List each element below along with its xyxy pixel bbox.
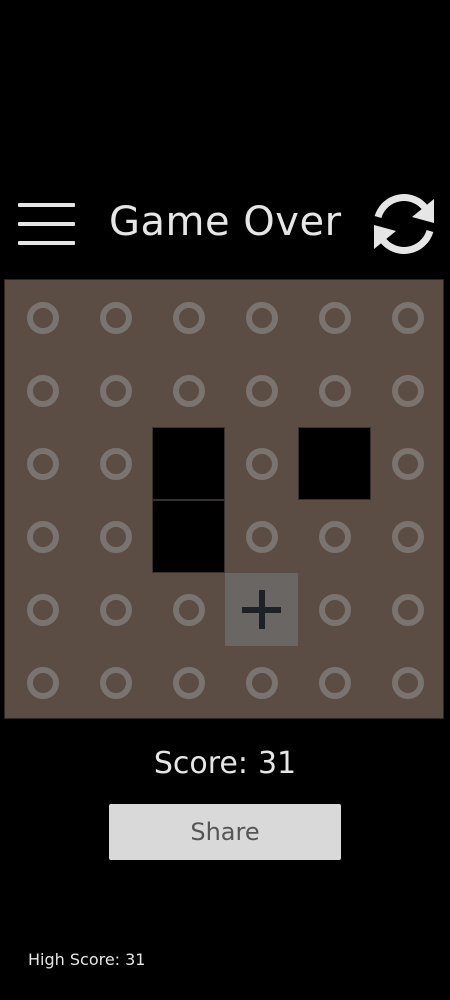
restart-button[interactable] bbox=[368, 190, 440, 258]
empty-cell-ring[interactable] bbox=[225, 354, 298, 427]
score-label: Score: bbox=[153, 746, 248, 781]
empty-cell-ring[interactable] bbox=[6, 500, 79, 573]
score-display: Score: 31 bbox=[0, 740, 450, 788]
empty-cell-ring[interactable] bbox=[79, 500, 152, 573]
empty-cell-ring[interactable] bbox=[152, 646, 225, 719]
empty-cell-ring[interactable] bbox=[371, 354, 444, 427]
high-score-label: High Score: bbox=[28, 950, 121, 969]
black-block-cell bbox=[152, 427, 225, 500]
empty-cell-ring[interactable] bbox=[371, 573, 444, 646]
empty-cell-ring[interactable] bbox=[298, 281, 371, 354]
empty-cell-ring[interactable] bbox=[298, 646, 371, 719]
empty-cell-ring[interactable] bbox=[6, 573, 79, 646]
header: Game Over bbox=[0, 180, 450, 264]
empty-cell-ring[interactable] bbox=[371, 646, 444, 719]
black-block-cell bbox=[152, 500, 225, 573]
empty-cell-ring[interactable] bbox=[79, 646, 152, 719]
empty-cell-ring[interactable] bbox=[6, 354, 79, 427]
empty-cell-ring[interactable] bbox=[152, 573, 225, 646]
high-score-value: 31 bbox=[125, 950, 146, 969]
empty-cell-ring[interactable] bbox=[79, 281, 152, 354]
empty-cell-ring[interactable] bbox=[79, 354, 152, 427]
empty-cell-ring[interactable] bbox=[298, 354, 371, 427]
add-tile-cell[interactable] bbox=[225, 573, 298, 646]
empty-cell-ring[interactable] bbox=[79, 573, 152, 646]
empty-cell-ring[interactable] bbox=[152, 281, 225, 354]
empty-cell-ring[interactable] bbox=[79, 427, 152, 500]
high-score: High Score: 31 bbox=[28, 948, 145, 972]
black-block-cell bbox=[298, 427, 371, 500]
empty-cell-ring[interactable] bbox=[298, 573, 371, 646]
menu-bar bbox=[18, 241, 75, 245]
menu-button[interactable] bbox=[14, 198, 80, 254]
empty-cell-ring[interactable] bbox=[298, 500, 371, 573]
empty-cell-ring[interactable] bbox=[371, 427, 444, 500]
share-button[interactable]: Share bbox=[109, 804, 341, 860]
empty-cell-ring[interactable] bbox=[6, 427, 79, 500]
empty-cell-ring[interactable] bbox=[225, 427, 298, 500]
empty-cell-ring[interactable] bbox=[225, 281, 298, 354]
menu-bar bbox=[18, 203, 75, 207]
page-title: Game Over bbox=[109, 199, 342, 245]
empty-cell-ring[interactable] bbox=[371, 281, 444, 354]
empty-cell-ring[interactable] bbox=[6, 281, 79, 354]
plus-bar bbox=[259, 590, 265, 629]
score-value: 31 bbox=[257, 746, 297, 781]
empty-cell-ring[interactable] bbox=[152, 354, 225, 427]
empty-cell-ring[interactable] bbox=[225, 500, 298, 573]
empty-cell-ring[interactable] bbox=[6, 646, 79, 719]
empty-cell-ring[interactable] bbox=[371, 500, 444, 573]
empty-cell-ring[interactable] bbox=[225, 646, 298, 719]
menu-bar bbox=[18, 222, 75, 226]
refresh-icon bbox=[374, 194, 434, 254]
game-board bbox=[4, 279, 444, 719]
